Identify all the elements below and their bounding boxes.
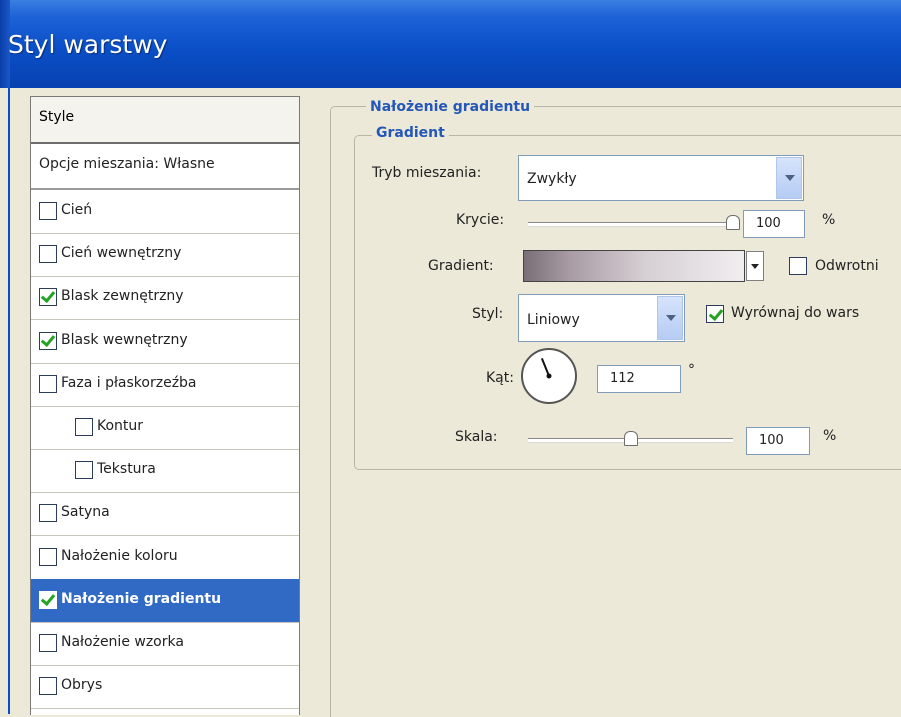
style-item[interactable]: Kontur <box>31 406 299 450</box>
reverse-checkbox[interactable] <box>789 257 807 275</box>
style-item-checkbox[interactable] <box>39 245 57 264</box>
styles-list-header-label: Style <box>39 109 75 125</box>
style-item-label: Obrys <box>61 677 103 694</box>
style-item[interactable]: Tekstura <box>31 449 299 494</box>
style-item[interactable]: Nałożenie koloru <box>31 536 299 580</box>
angle-dial-icon[interactable] <box>521 348 577 404</box>
scale-value: 100 <box>759 433 784 448</box>
scale-input[interactable]: 100 <box>746 427 810 455</box>
opacity-input[interactable]: 100 <box>743 210 805 238</box>
style-item[interactable]: Nałożenie gradientu <box>31 578 299 623</box>
style-item-label: Cień <box>61 202 93 218</box>
style-item-checkbox[interactable] <box>39 590 57 609</box>
scale-slider-thumb[interactable] <box>623 431 638 446</box>
window-title: Styl warstwy <box>8 30 168 59</box>
style-item[interactable]: Cień wewnętrzny <box>31 233 299 278</box>
opacity-label: Krycie: <box>456 212 505 228</box>
title-bar: Styl warstwy <box>0 0 901 88</box>
style-item-label: Faza i płaskorzeźba <box>61 374 197 391</box>
angle-dial-needle <box>540 358 550 377</box>
scale-label: Skala: <box>455 429 498 445</box>
styles-list-header[interactable]: Style <box>31 97 299 144</box>
style-item[interactable]: Nałożenie wzorka <box>31 622 299 666</box>
style-item[interactable]: Blask wewnętrzny <box>31 320 299 364</box>
blending-options-label: Opcje mieszania: Własne <box>39 156 215 172</box>
style-label: Styl: <box>472 306 504 322</box>
opacity-value: 100 <box>756 216 781 231</box>
style-item-label: Blask wewnętrzny <box>61 331 188 348</box>
style-item-label: Tekstura <box>97 461 156 478</box>
style-item-checkbox[interactable] <box>39 202 57 220</box>
style-item-checkbox[interactable] <box>39 677 57 696</box>
align-with-layer-checkbox[interactable] <box>706 305 724 323</box>
style-item[interactable]: Faza i płaskorzeźba <box>31 363 299 407</box>
style-item[interactable]: Blask zewnętrzny <box>31 276 299 321</box>
angle-label: Kąt: <box>486 370 514 386</box>
style-item-label: Satyna <box>61 504 110 521</box>
style-item-checkbox[interactable] <box>39 547 57 566</box>
angle-unit: ° <box>688 362 695 378</box>
reverse-label[interactable]: Odwrotni <box>815 258 879 274</box>
gradient-swatch[interactable] <box>523 250 745 282</box>
style-item[interactable]: Satyna <box>31 492 299 537</box>
angle-dial-svg <box>540 358 552 379</box>
style-item-label: Nałożenie koloru <box>61 547 178 564</box>
style-item-label: Nałożenie gradientu <box>61 590 222 607</box>
blend-mode-select[interactable]: Zwykły <box>518 155 804 201</box>
style-item-label: Blask zewnętrzny <box>61 288 184 305</box>
style-item-checkbox[interactable] <box>75 418 93 436</box>
style-item-label: Cień wewnętrzny <box>61 245 182 262</box>
style-item-label: Kontur <box>97 418 144 434</box>
angle-input[interactable]: 112 <box>597 365 681 393</box>
style-item-label: Nałożenie wzorka <box>61 634 184 650</box>
style-item[interactable]: Obrys <box>31 665 299 710</box>
style-value: Liniowy <box>527 312 580 328</box>
opacity-slider-track[interactable] <box>528 222 733 227</box>
blending-options-item[interactable]: Opcje mieszania: Własne <box>31 144 299 190</box>
blend-mode-label: Tryb mieszania: <box>372 165 482 181</box>
gradient-overlay-title: Nałożenie gradientu <box>366 99 535 115</box>
blend-mode-value: Zwykły <box>527 171 577 187</box>
angle-value: 112 <box>610 371 635 386</box>
gradient-picker-dropdown[interactable] <box>746 251 764 281</box>
style-item-checkbox[interactable] <box>39 331 57 350</box>
style-select[interactable]: Liniowy <box>518 294 685 342</box>
chevron-down-icon[interactable] <box>776 157 802 199</box>
styles-list: Style Opcje mieszania: Własne Cień Cień w… <box>30 96 300 715</box>
style-item-checkbox[interactable] <box>39 634 57 652</box>
gradient-label: Gradient: <box>428 258 494 274</box>
opacity-slider-thumb[interactable] <box>726 215 740 230</box>
align-with-layer-label[interactable]: Wyrównaj do wars <box>731 305 859 321</box>
style-item-checkbox[interactable] <box>39 374 57 393</box>
style-item-checkbox[interactable] <box>39 504 57 523</box>
style-item-checkbox[interactable] <box>75 461 93 480</box>
opacity-unit: % <box>822 212 836 228</box>
angle-dial-center <box>546 373 552 379</box>
style-item[interactable]: Cień <box>31 190 299 234</box>
scale-unit: % <box>823 428 837 444</box>
gradient-subgroup-title: Gradient <box>372 125 449 141</box>
chevron-down-icon[interactable] <box>657 296 683 340</box>
style-item-checkbox[interactable] <box>39 288 57 307</box>
